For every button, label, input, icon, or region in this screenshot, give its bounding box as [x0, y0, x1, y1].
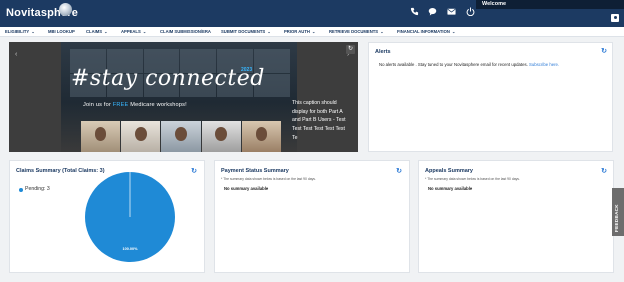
person-photo: [121, 121, 161, 152]
chevron-down-icon: ⌄: [379, 29, 384, 34]
top-header: Novitasphere Welcome: [0, 0, 624, 27]
payment-refresh-icon[interactable]: ↻: [395, 168, 403, 176]
appeals-summary-card: Appeals Summary * The summary data shown…: [418, 160, 614, 273]
welcome-bar: Welcome: [476, 0, 624, 9]
person-photo: [161, 121, 201, 152]
payment-status-subtitle: * The summary data shown below is based …: [221, 177, 316, 181]
carousel-refresh-icon[interactable]: ↻: [346, 45, 355, 54]
carousel-caption: This caption should display for both Par…: [292, 100, 346, 141]
nav-claims[interactable]: CLAIMS ⌄: [86, 27, 108, 37]
nav-retrieve-documents[interactable]: RETRIEVE DOCUMENTS ⌄: [329, 27, 384, 37]
nav-mbi-lookup[interactable]: MBI LOOKUP: [48, 27, 75, 37]
alerts-title: Alerts: [375, 49, 391, 55]
appeals-summary-message: No summary available: [428, 186, 473, 191]
legend-swatch-pending: [19, 188, 23, 192]
power-icon[interactable]: [465, 7, 475, 17]
chevron-down-icon: ⌄: [103, 29, 108, 34]
logo-globe-icon: [59, 3, 72, 16]
claims-refresh-icon[interactable]: ↻: [190, 168, 198, 176]
claims-pie-chart: 100.00%: [85, 172, 175, 262]
person-photo: [241, 121, 282, 152]
chevron-down-icon: ⌄: [30, 29, 35, 34]
nav-appeals[interactable]: APPEALS ⌄: [121, 27, 146, 37]
person-photo: [81, 121, 121, 152]
appeals-refresh-icon[interactable]: ↻: [600, 168, 608, 176]
nav-financial-information[interactable]: FINANCIAL INFORMATION ⌄: [397, 27, 455, 37]
appeals-summary-title: Appeals Summary: [425, 168, 473, 174]
payment-status-card: Payment Status Summary * The summary dat…: [214, 160, 410, 273]
banner-headline: #stay connected: [71, 66, 265, 91]
alerts-card: Alerts ↻ No alerts available . Stay tune…: [368, 42, 613, 152]
carousel-prev-icon[interactable]: ‹: [15, 51, 17, 58]
chevron-down-icon: ⌄: [310, 29, 316, 34]
feedback-label: FEEDBACK: [614, 204, 619, 232]
chat-icon[interactable]: [427, 7, 437, 17]
chevron-down-icon: ⌄: [266, 29, 271, 34]
banner-photo-strip: [81, 121, 282, 152]
chevron-down-icon: ⌄: [450, 29, 456, 34]
payment-status-message: No summary available: [224, 186, 269, 191]
user-icon[interactable]: [611, 14, 619, 22]
pie-data-label: 100.00%: [123, 247, 139, 251]
payment-status-title: Payment Status Summary: [221, 168, 289, 174]
legend-label-pending: Pending: 3: [25, 186, 50, 192]
alerts-message: No alerts available . Stay tuned to your…: [379, 62, 560, 67]
person-photo: [201, 121, 241, 152]
banner-subline: Join us for FREE Medicare workshops!: [83, 102, 187, 108]
subscribe-link[interactable]: Subscribe here.: [529, 62, 559, 67]
nav-claim-submission-era[interactable]: CLAIM SUBMISSION/ERA: [160, 27, 211, 37]
banner-year: 2023: [241, 67, 253, 73]
chevron-down-icon: ⌄: [141, 29, 147, 34]
alerts-refresh-icon[interactable]: ↻: [600, 48, 608, 56]
workshop-banner-image: #stay connected 2023 Join us for FREE Me…: [61, 42, 297, 152]
nav-prior-auth[interactable]: PRIOR AUTH ⌄: [284, 27, 315, 37]
mail-icon[interactable]: [446, 7, 456, 17]
welcome-text: Welcome: [482, 1, 507, 7]
feedback-tab[interactable]: FEEDBACK: [612, 188, 624, 236]
appeals-summary-subtitle: * The summary data shown below is based …: [425, 177, 520, 181]
nav-submit-documents[interactable]: SUBMIT DOCUMENTS ⌄: [221, 27, 271, 37]
nav-eligibility[interactable]: ELIGIBILITY ⌄: [5, 27, 35, 37]
main-nav: ELIGIBILITY ⌄ MBI LOOKUP CLAIMS ⌄ APPEAL…: [0, 27, 624, 37]
phone-icon[interactable]: [409, 7, 419, 17]
